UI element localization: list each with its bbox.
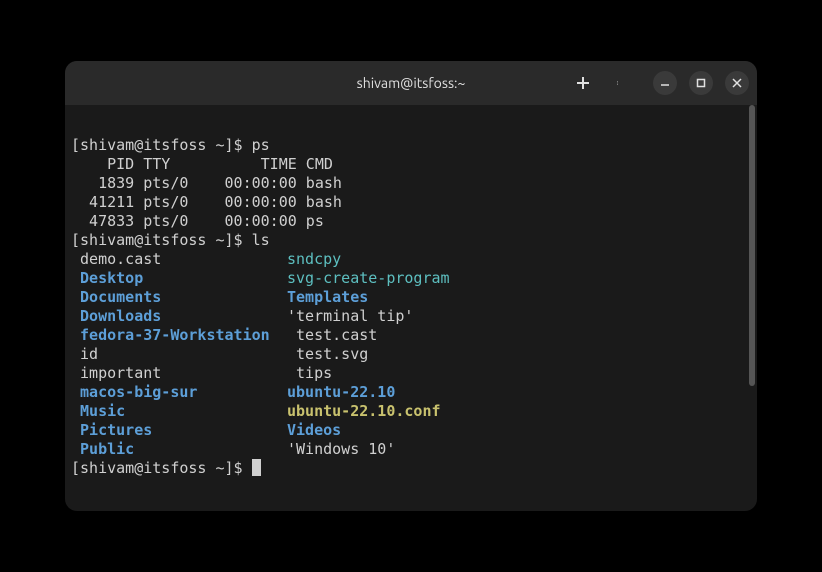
ls-entry: Music	[71, 402, 287, 421]
plus-icon	[575, 75, 591, 91]
ls-entry: Public	[71, 440, 287, 459]
ls-entry: 'terminal tip'	[287, 307, 751, 326]
ls-entry: svg-create-program	[287, 269, 751, 288]
ls-entry: demo.cast	[71, 250, 287, 269]
ls-entry: Pictures	[71, 421, 287, 440]
maximize-icon	[696, 78, 706, 88]
ls-entry: Templates	[287, 288, 751, 307]
ps-row: 1839 pts/0 00:00:00 bash	[71, 174, 342, 192]
cursor	[252, 459, 261, 476]
terminal-body[interactable]: [shivam@itsfoss ~]$ ps PID TTY TIME CMD …	[65, 105, 757, 511]
ls-entry: Downloads	[71, 307, 287, 326]
new-tab-button[interactable]	[573, 73, 593, 93]
close-button[interactable]	[725, 71, 749, 95]
ls-entry: id	[71, 345, 287, 364]
ls-entry: Desktop	[71, 269, 287, 288]
kebab-icon	[617, 75, 621, 91]
prompt: [shivam@itsfoss ~]$	[71, 459, 252, 477]
scrollbar-thumb[interactable]	[749, 105, 755, 386]
ls-entry: fedora-37-Workstation	[71, 326, 287, 345]
scrollbar[interactable]	[747, 105, 755, 507]
command-ps: ps	[252, 136, 270, 154]
terminal-window: shivam@itsfoss:~ [shivam@itsfoss ~]$	[65, 61, 757, 511]
ls-entry: sndcpy	[287, 250, 751, 269]
ps-row: 41211 pts/0 00:00:00 bash	[71, 193, 342, 211]
ls-output: demo.castsndcpy Desktopsvg-create-progra…	[71, 250, 751, 459]
ps-header: PID TTY TIME CMD	[71, 155, 333, 173]
ls-entry: 'Windows 10'	[287, 440, 751, 459]
ls-entry: tips	[287, 364, 751, 383]
minimize-button[interactable]	[653, 71, 677, 95]
ls-entry: test.svg	[287, 345, 751, 364]
minimize-icon	[660, 78, 670, 88]
ps-row: 47833 pts/0 00:00:00 ps	[71, 212, 324, 230]
prompt: [shivam@itsfoss ~]$	[71, 136, 252, 154]
close-icon	[732, 78, 742, 88]
maximize-button[interactable]	[689, 71, 713, 95]
prompt: [shivam@itsfoss ~]$	[71, 231, 252, 249]
window-controls	[653, 71, 749, 95]
ls-entry: ubuntu-22.10	[287, 383, 751, 402]
ls-entry: Videos	[287, 421, 751, 440]
ls-entry: ubuntu-22.10.conf	[287, 402, 751, 421]
titlebar: shivam@itsfoss:~	[65, 61, 757, 105]
ls-entry: test.cast	[287, 326, 751, 345]
window-title: shivam@itsfoss:~	[357, 75, 466, 91]
ls-entry: Documents	[71, 288, 287, 307]
menu-button[interactable]	[609, 73, 629, 93]
ls-entry: important	[71, 364, 287, 383]
command-ls: ls	[252, 231, 270, 249]
titlebar-actions	[573, 71, 749, 95]
ls-entry: macos-big-sur	[71, 383, 287, 402]
